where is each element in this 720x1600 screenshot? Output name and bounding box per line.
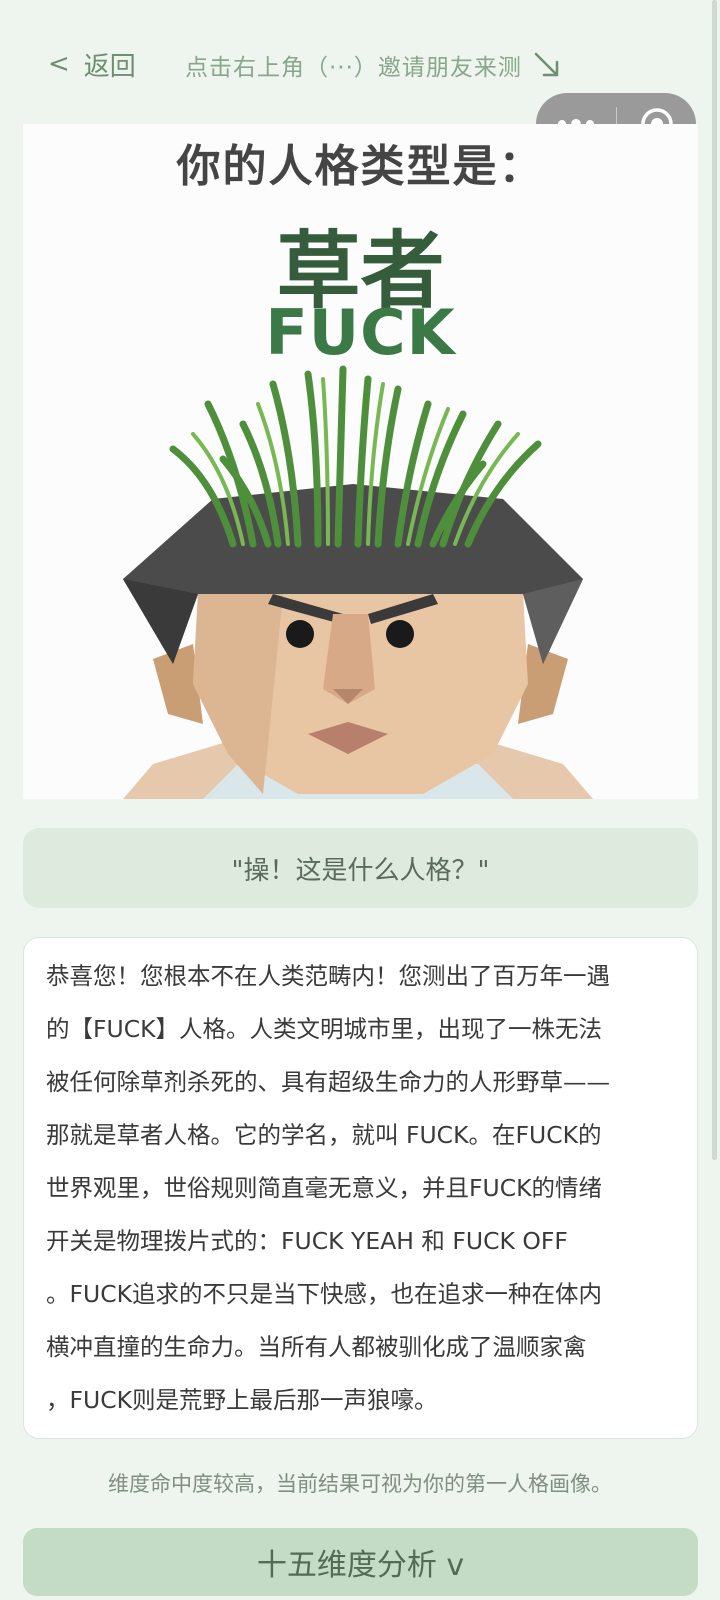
- invite-hint-text: 点击右上角（···）邀请朋友来测: [185, 55, 522, 81]
- invite-hint: 点击右上角（···）邀请朋友来测: [185, 48, 562, 82]
- description-card: 恭喜您！您根本不在人类范畴内！您测出了百万年一遇 的【FUCK】人格。人类文明城…: [23, 937, 698, 1439]
- dimension-analysis-label: 十五维度分析 v: [256, 1548, 465, 1583]
- back-button[interactable]: < 返回: [48, 44, 136, 84]
- match-note: 维度命中度较高，当前结果可视为你的第一人格画像。: [108, 1472, 612, 1496]
- dimension-analysis-button[interactable]: 十五维度分析 v: [23, 1528, 698, 1596]
- scrollbar[interactable]: [712, 0, 717, 1160]
- result-heading: 你的人格类型是：: [176, 141, 545, 192]
- arrow-down-right-icon: [534, 52, 559, 77]
- back-label: 返回: [83, 51, 136, 82]
- type-quote-text: "操！这是什么人格？": [231, 855, 490, 886]
- personality-type-code: FUCK: [265, 296, 456, 369]
- description-text: 恭喜您！您根本不在人类范畴内！您测出了百万年一遇 的【FUCK】人格。人类文明城…: [46, 962, 610, 1414]
- result-image: 你的人格类型是： 草者 FUCK: [23, 124, 698, 799]
- type-quote: "操！这是什么人格？": [23, 828, 698, 908]
- chevron-left-icon: <: [48, 49, 70, 79]
